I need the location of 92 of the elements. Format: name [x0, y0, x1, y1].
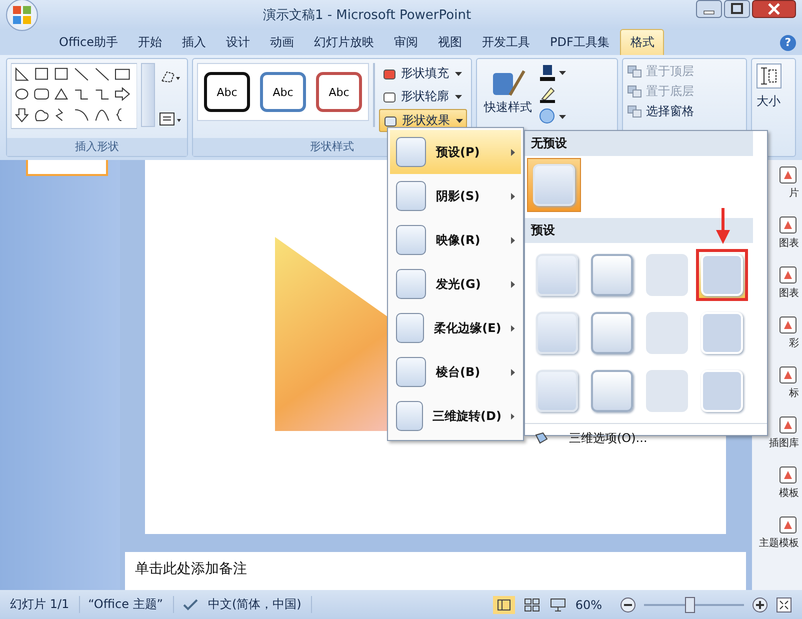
section-heading: 预设 — [525, 218, 753, 243]
task-pane-label[interactable]: 标 — [789, 386, 799, 400]
ribbon-tab[interactable]: 设计 — [217, 30, 260, 55]
task-pane-label[interactable]: 主题模板 — [759, 536, 799, 550]
pointer-arrow — [716, 208, 730, 244]
submenu-arrow-icon — [511, 236, 515, 244]
help-button[interactable]: ? — [780, 35, 796, 51]
language-label[interactable]: 中文(简体，中国) — [208, 596, 312, 613]
ribbon-tab[interactable]: 开发工具 — [473, 30, 540, 55]
no-preset-tile[interactable] — [527, 158, 581, 212]
slide-thumbnail[interactable] — [26, 160, 108, 176]
ribbon-tab[interactable]: 格式 — [620, 29, 664, 55]
submenu-arrow-icon — [511, 368, 515, 376]
clip-art-icon[interactable] — [777, 164, 799, 186]
3d-options-item[interactable]: 三维选项(O)... — [525, 423, 767, 453]
slide-sorter-icon[interactable] — [523, 598, 542, 612]
shape-format-button[interactable]: 形状轮廓 — [379, 86, 467, 107]
group-label: 插入形状 — [7, 138, 187, 156]
zoom-level[interactable]: 60% — [575, 598, 612, 612]
zoom-slider[interactable] — [644, 596, 744, 612]
menu-item[interactable]: 映像(R) — [390, 218, 521, 262]
ribbon-tab[interactable]: 动画 — [261, 30, 304, 55]
zoom-in-icon[interactable] — [752, 596, 768, 612]
submenu-arrow-icon — [511, 324, 515, 332]
clip-art-icon[interactable] — [777, 464, 799, 486]
ribbon-tab[interactable]: 幻灯片放映 — [305, 30, 384, 55]
submenu-arrow-icon — [511, 412, 515, 420]
caret-icon — [455, 72, 462, 76]
ribbon-tab[interactable]: 开始 — [129, 30, 172, 55]
theme-name[interactable]: “Office 主题” — [88, 596, 174, 613]
clip-art-icon[interactable] — [777, 264, 799, 286]
slideshow-icon[interactable] — [549, 598, 568, 612]
task-pane-label[interactable]: 图表 — [779, 286, 799, 300]
fit-to-window-icon[interactable] — [776, 596, 792, 612]
task-pane-label[interactable]: 模板 — [779, 486, 799, 500]
restore-icon[interactable] — [724, 0, 750, 18]
arrange-button[interactable]: 选择窗格 — [627, 103, 694, 120]
shape-format-button[interactable]: 形状填充 — [379, 63, 467, 84]
size-icon — [756, 63, 782, 89]
ribbon-tab[interactable]: 插入 — [173, 30, 216, 55]
minimize-icon[interactable] — [696, 0, 722, 18]
clip-art-icon[interactable] — [777, 214, 799, 236]
task-pane-label[interactable]: 片 — [789, 186, 799, 200]
shape-icon — [382, 66, 398, 80]
clip-art-icon[interactable] — [777, 364, 799, 386]
menu-item[interactable]: 阴影(S) — [390, 174, 521, 218]
normal-view-icon[interactable] — [493, 596, 516, 614]
menu-item[interactable]: 三维旋转(D) — [390, 394, 521, 438]
spell-check-icon[interactable] — [182, 598, 200, 612]
layers-icon — [627, 104, 644, 118]
task-pane-label[interactable]: 彩 — [789, 336, 799, 350]
submenu-arrow-icon — [511, 192, 515, 200]
submenu-arrow-icon — [511, 280, 515, 288]
ribbon-tab[interactable]: PDF工具集 — [541, 30, 618, 55]
shape-icon — [383, 114, 399, 128]
shape-icon — [382, 90, 398, 104]
submenu-arrow-icon — [511, 148, 515, 156]
style-sample[interactable]: Abc — [260, 72, 306, 112]
close-icon[interactable] — [752, 0, 796, 18]
text-box-icon[interactable] — [159, 111, 183, 127]
style-sample[interactable]: Abc — [204, 72, 250, 112]
notes-field[interactable]: 单击此处添加备注 — [125, 552, 746, 590]
clip-art-icon[interactable] — [777, 414, 799, 436]
ribbon-tab[interactable]: 视图 — [429, 30, 472, 55]
office-button[interactable] — [6, 0, 38, 31]
task-pane-label[interactable]: 图表 — [779, 236, 799, 250]
section-heading: 无预设 — [525, 131, 753, 156]
layers-icon — [627, 84, 644, 98]
size-button[interactable]: 大小 — [756, 63, 782, 110]
zoom-out-icon[interactable] — [620, 596, 636, 612]
text-fill-icon[interactable] — [539, 63, 567, 81]
ribbon-tab[interactable]: 审阅 — [385, 30, 428, 55]
menu-item[interactable]: 棱台(B) — [390, 350, 521, 394]
clip-art-icon[interactable] — [777, 314, 799, 336]
window-title: 演示文稿1 - Microsoft PowerPoint — [262, 7, 472, 24]
quick-styles-button[interactable]: 快速样式 — [481, 63, 535, 118]
style-sample[interactable]: Abc — [316, 72, 362, 112]
menu-item[interactable]: 发光(G) — [390, 262, 521, 306]
text-effects-icon[interactable] — [539, 107, 567, 125]
menu-item[interactable]: 柔化边缘(E) — [390, 306, 521, 350]
slide-counter: 幻灯片 1/1 — [10, 596, 80, 613]
office-logo — [11, 4, 33, 26]
caret-icon — [455, 94, 462, 98]
ribbon-tab[interactable]: Office助手 — [50, 30, 128, 55]
shape-gallery-drawing[interactable] — [11, 63, 138, 129]
task-pane-label[interactable]: 插图库 — [769, 436, 799, 450]
slider-thumb[interactable] — [684, 596, 694, 612]
edit-shape-icon[interactable] — [159, 69, 181, 85]
layers-icon — [627, 64, 644, 78]
menu-item[interactable]: 预设(P) — [390, 130, 521, 174]
clip-art-icon[interactable] — [777, 514, 799, 536]
caret-icon — [456, 118, 463, 122]
